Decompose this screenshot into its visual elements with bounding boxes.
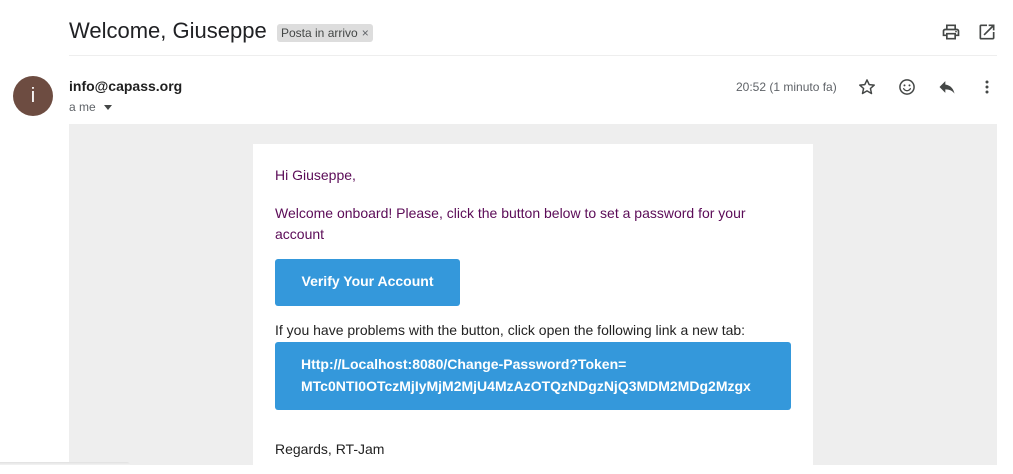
link-line-1: Http://Localhost:8080/Change-Password?To…: [301, 356, 627, 372]
email-body: Hi Giuseppe, Welcome onboard! Please, cl…: [69, 124, 997, 474]
remove-label-icon[interactable]: ×: [362, 24, 369, 42]
star-icon[interactable]: [857, 77, 877, 97]
sender-email[interactable]: info@capass.org: [69, 78, 182, 94]
inbox-label-chip[interactable]: Posta in arrivo ×: [277, 24, 373, 42]
change-password-link[interactable]: Http://Localhost:8080/Change-Password?To…: [275, 342, 791, 410]
recipient-details[interactable]: a me: [69, 100, 112, 114]
verify-account-button[interactable]: Verify Your Account: [275, 259, 460, 306]
problem-text: If you have problems with the button, cl…: [275, 322, 746, 338]
subject-row: Welcome, Giuseppe Posta in arrivo ×: [0, 0, 1013, 56]
recipient-text: a me: [69, 100, 96, 114]
open-in-new-window-icon[interactable]: [977, 22, 997, 42]
regards-text: Regards, RT-Jam: [275, 441, 385, 457]
intro-text: Welcome onboard! Please, click the butto…: [275, 205, 746, 242]
email-card: Hi Giuseppe, Welcome onboard! Please, cl…: [253, 144, 813, 474]
header-divider: [69, 55, 997, 56]
chevron-down-icon[interactable]: [103, 104, 112, 110]
email-subject: Welcome, Giuseppe: [69, 18, 267, 43]
greeting-text: Hi Giuseppe,: [275, 167, 356, 183]
sender-avatar[interactable]: i: [13, 76, 53, 116]
reply-icon[interactable]: [937, 77, 957, 97]
print-icon[interactable]: [941, 22, 961, 42]
more-vert-icon[interactable]: [977, 77, 997, 97]
emoji-reaction-icon[interactable]: [897, 77, 917, 97]
link-line-2: MTc0NTI0OTczMjIyMjM2MjU4MzAzOTQzNDgzNjQ3…: [301, 378, 751, 394]
inbox-label-text: Posta in arrivo: [281, 26, 358, 40]
message-time: 20:52 (1 minuto fa): [736, 80, 837, 94]
